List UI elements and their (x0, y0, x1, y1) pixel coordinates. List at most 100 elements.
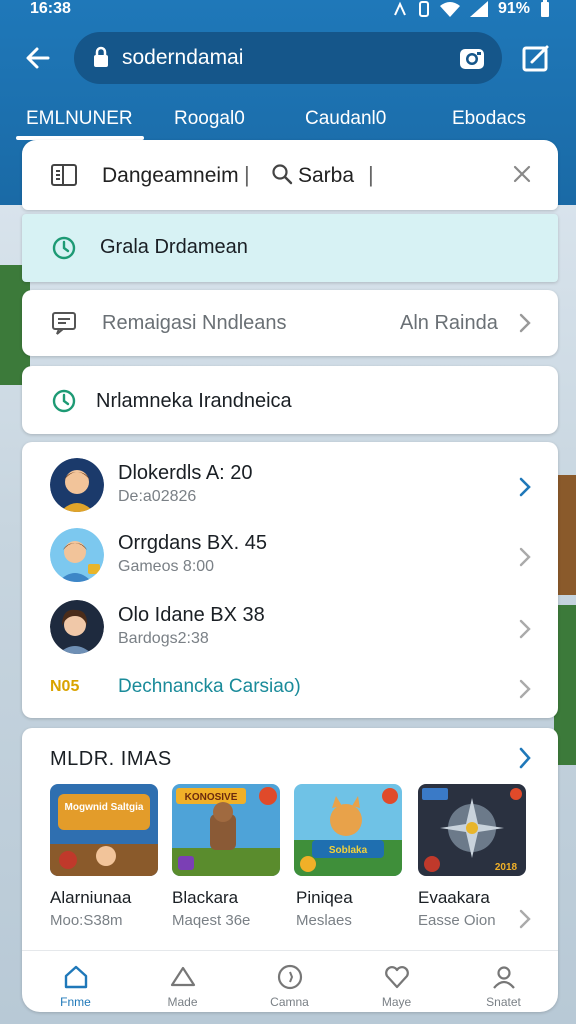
game-art-title: Mogwnid Saltgia (65, 802, 144, 813)
game-subtitle: Maqest 36e (172, 912, 251, 929)
game-subtitle: Moo:S38m (50, 912, 123, 929)
game-title: Blackara (172, 888, 239, 907)
games-section: MLDR. IMAS Mogwnid Saltgia KONOSIVE Sobl… (22, 728, 558, 1012)
camera-icon[interactable] (458, 44, 486, 72)
url-bar[interactable]: soderndamai (74, 32, 502, 84)
more-results-text: Dechnancka Carsiao) (118, 676, 301, 697)
wifi-icon (439, 2, 460, 17)
book-icon (51, 164, 77, 186)
nav-item-profile[interactable]: Snatet (450, 951, 557, 1013)
battery-percent: 91% (497, 0, 530, 17)
reminder-text: Remaigasi Nndleans (102, 312, 287, 334)
close-icon[interactable] (512, 164, 532, 184)
nav-item-camna[interactable]: Camna (236, 951, 343, 1013)
search-term-1: Dangeamneim (102, 164, 239, 187)
status-bar: 16:38 91% (0, 0, 576, 22)
results-list: Dlokerdls A: 20 De:a02826 Orrgdans BX. 4… (22, 442, 558, 718)
recent-search-text: Nrlamneka Irandneica (96, 390, 292, 412)
history-icon (52, 236, 76, 260)
chevron-right-icon (519, 547, 531, 567)
list-item-title: Orrgdans BX. 45 (118, 532, 267, 554)
section-heading: MLDR. IMAS (50, 748, 172, 770)
list-item[interactable]: Olo Idane BX 38 Bardogs2:38 (22, 588, 558, 658)
avatar (50, 600, 104, 654)
game-tile[interactable]: Soblaka (294, 784, 402, 876)
nav-item-home[interactable]: Fnme (22, 951, 129, 1013)
game-subtitle: Easse Oion (418, 912, 496, 929)
chevron-right-icon (519, 619, 531, 639)
badge: N05 (50, 678, 80, 695)
lock-icon (94, 46, 108, 67)
list-item-subtitle: Bardogs2:38 (118, 630, 209, 647)
game-art-title: Soblaka (329, 845, 368, 856)
search-field[interactable]: Dangeamneim | Sarba | (22, 140, 558, 210)
recent-search-item[interactable]: Nrlamneka Irandneica (22, 366, 558, 434)
tab-3[interactable]: Caudanl0 (305, 108, 386, 130)
battery-icon (541, 0, 549, 17)
list-item-subtitle: De:a02826 (118, 488, 197, 505)
avatar (50, 528, 104, 582)
top-bar: soderndamai (0, 30, 576, 86)
nav-item-maye[interactable]: Maye (343, 951, 450, 1013)
heart-icon (384, 966, 409, 989)
tab-bar: EMLNUNER Roogal0 Caudanl0 Ebodacs (0, 100, 576, 140)
list-item[interactable]: Orrgdans BX. 45 Gameos 8:00 (22, 516, 558, 586)
tab-4[interactable]: Ebodacs (452, 108, 526, 130)
game-art: KONOSIVE (172, 784, 280, 876)
game-title: Evaakara (418, 888, 490, 907)
chevron-right-icon (519, 679, 531, 699)
nav-label: Maye (381, 995, 412, 1009)
bottom-navigation: Fnme Made Camna Maye Snatet (22, 950, 558, 1012)
search-separator: | (244, 162, 250, 187)
reminder-right-text: Aln Rainda (400, 312, 498, 334)
game-art-title: KONOSIVE (185, 792, 238, 803)
chevron-right-icon (519, 477, 531, 497)
avatar (50, 458, 104, 512)
game-art: 2018 (418, 784, 526, 876)
compass-icon (277, 964, 302, 990)
status-time: 16:38 (30, 0, 71, 17)
nfc-icon (394, 1, 406, 16)
signal-icon (469, 1, 488, 17)
list-item-title: Olo Idane BX 38 (118, 604, 265, 626)
home-icon (64, 965, 87, 989)
tab-2[interactable]: Roogal0 (174, 108, 245, 130)
edit-icon (522, 45, 549, 72)
nav-label: Camna (270, 995, 309, 1009)
url-text: soderndamai (122, 46, 244, 69)
search-cursor: | (368, 162, 374, 187)
chevron-right-icon[interactable] (518, 746, 532, 770)
search-icon (272, 164, 293, 185)
arrow-left-icon (26, 47, 50, 69)
game-title: Piniqea (296, 888, 353, 907)
suggestion-item[interactable]: Grala Drdamean (22, 214, 558, 282)
game-tile[interactable]: KONOSIVE (172, 784, 280, 876)
reminder-item[interactable]: Remaigasi Nndleans Aln Rainda (22, 290, 558, 356)
nav-label: Fnme (60, 995, 91, 1009)
list-item-title: Dlokerdls A: 20 (118, 462, 253, 484)
more-results-link[interactable]: N05 Dechnancka Carsiao) (22, 668, 558, 708)
status-icons: 91% (392, 0, 550, 18)
game-subtitle: Meslaes (296, 912, 352, 929)
game-title: Alarniunaa (50, 888, 132, 907)
back-button[interactable] (22, 42, 54, 74)
tab-1[interactable]: EMLNUNER (26, 108, 133, 130)
game-tile[interactable]: Mogwnid Saltgia (50, 784, 158, 876)
game-tile[interactable]: 2018 (418, 784, 526, 876)
chevron-right-icon[interactable] (518, 908, 532, 930)
profile-icon (492, 966, 515, 989)
list-item[interactable]: Dlokerdls A: 20 De:a02826 (22, 446, 558, 516)
chevron-right-icon (519, 313, 531, 333)
history-icon (52, 389, 76, 413)
game-art: Soblaka (294, 784, 402, 876)
edit-button[interactable] (520, 42, 552, 79)
search-term-2: Sarba (298, 164, 355, 187)
suggestion-text: Grala Drdamean (100, 236, 248, 258)
search-sheet: Dangeamneim | Sarba | Grala Drdamean Rem… (22, 140, 558, 1012)
nav-label: Made (167, 995, 198, 1009)
nav-label: Snatet (486, 995, 521, 1009)
triangle-icon (170, 966, 195, 987)
game-art-title: 2018 (495, 862, 518, 873)
message-icon (52, 312, 76, 335)
nav-item-made[interactable]: Made (129, 951, 236, 1013)
